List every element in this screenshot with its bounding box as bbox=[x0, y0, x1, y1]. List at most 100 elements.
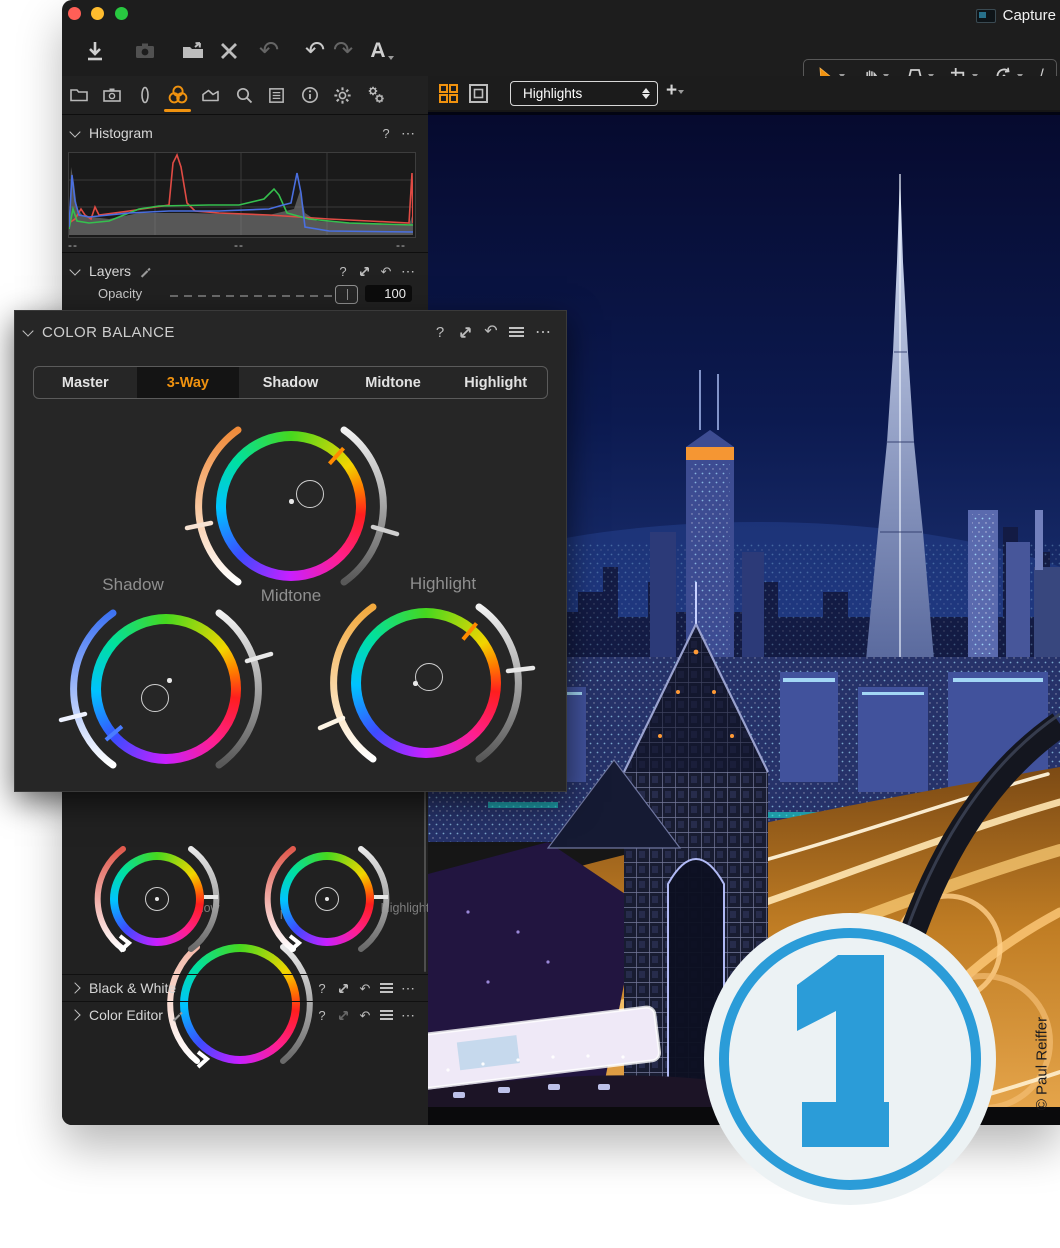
color-balance-floating-panel[interactable]: COLOR BALANCE ? ↶ ⋯ Master 3-Way Shadow … bbox=[14, 310, 567, 792]
tab-highlight[interactable]: Highlight bbox=[444, 367, 547, 398]
tab-lens[interactable] bbox=[128, 80, 161, 110]
tab-3way[interactable]: 3-Way bbox=[137, 367, 240, 398]
chevron-down-icon bbox=[388, 56, 394, 60]
lens-icon bbox=[135, 85, 155, 105]
revert-button[interactable]: ↶ bbox=[254, 36, 284, 66]
help-icon[interactable]: ? bbox=[433, 325, 447, 340]
recipe-select[interactable]: Highlights bbox=[510, 81, 658, 106]
wheel-handle[interactable] bbox=[141, 684, 169, 712]
tab-color[interactable] bbox=[161, 80, 194, 110]
redo-button[interactable]: ↷ bbox=[328, 36, 358, 66]
reset-icon[interactable]: ↶ bbox=[484, 324, 498, 340]
brush-icon[interactable] bbox=[139, 265, 152, 278]
docked-shadow-wheel[interactable] bbox=[110, 852, 204, 946]
select-stepper-icon bbox=[642, 88, 650, 99]
help-icon[interactable]: ? bbox=[336, 265, 350, 278]
zoom-window-button[interactable] bbox=[115, 7, 128, 20]
recipe-value: Highlights bbox=[511, 86, 582, 101]
close-window-button[interactable] bbox=[68, 7, 81, 20]
title-bar[interactable]: Capture bbox=[62, 0, 1060, 30]
help-icon[interactable]: ? bbox=[379, 127, 393, 140]
magnifier-icon bbox=[234, 85, 254, 105]
histogram-plot bbox=[68, 152, 416, 238]
app-menu[interactable]: Capture bbox=[976, 7, 1056, 24]
chevron-right-icon[interactable] bbox=[69, 982, 80, 993]
chevron-down-icon[interactable] bbox=[22, 325, 33, 336]
more-icon[interactable]: ⋯ bbox=[401, 1007, 416, 1024]
tab-settings[interactable] bbox=[326, 80, 359, 110]
reset-icon[interactable]: ↶ bbox=[358, 982, 372, 995]
tab-shadow[interactable]: Shadow bbox=[239, 367, 342, 398]
wheel-hole bbox=[226, 441, 356, 571]
color-balance-header[interactable]: COLOR BALANCE ? ↶ ⋯ bbox=[15, 319, 566, 345]
import-button[interactable] bbox=[80, 36, 110, 66]
tab-details[interactable] bbox=[227, 80, 260, 110]
more-icon[interactable]: ⋯ bbox=[535, 322, 552, 342]
black-white-panel[interactable]: Black & White ? ↶ ⋯ bbox=[62, 974, 428, 1002]
tab-library[interactable] bbox=[62, 80, 95, 110]
opacity-slider[interactable] bbox=[170, 295, 336, 297]
wheel-handle[interactable] bbox=[415, 663, 443, 691]
preset-menu-icon[interactable] bbox=[380, 1010, 393, 1020]
tab-adjustments[interactable] bbox=[194, 80, 227, 110]
undo-button[interactable]: ↶ bbox=[300, 36, 330, 66]
tab-midtone[interactable]: Midtone bbox=[342, 367, 445, 398]
annotations-button[interactable]: A bbox=[367, 36, 397, 66]
histogram-header[interactable]: Histogram ? ⋯ bbox=[62, 120, 428, 146]
color-editor-panel[interactable]: Color Editor ? ↶ ⋯ bbox=[62, 1001, 428, 1028]
tab-capture[interactable] bbox=[95, 80, 128, 110]
help-icon[interactable]: ? bbox=[315, 982, 329, 995]
help-icon[interactable]: ? bbox=[315, 1009, 329, 1022]
preset-menu-icon[interactable] bbox=[509, 327, 524, 337]
docked-highlight-wheel[interactable] bbox=[280, 852, 374, 946]
panel-title: Histogram bbox=[89, 125, 153, 141]
import-icon bbox=[83, 39, 107, 63]
opacity-slider-handle[interactable] bbox=[335, 285, 358, 304]
capture-one-logo bbox=[702, 911, 998, 1207]
highlight-wheel[interactable] bbox=[351, 608, 501, 758]
add-recipe-button[interactable]: + bbox=[666, 80, 684, 102]
tick-mid: -- bbox=[234, 238, 244, 252]
wheel-handle[interactable] bbox=[296, 480, 324, 508]
proof-view-button[interactable] bbox=[468, 83, 489, 109]
color-balance-tabs: Master 3-Way Shadow Midtone Highlight bbox=[33, 366, 548, 399]
tab-master[interactable]: Master bbox=[34, 367, 137, 398]
opacity-value[interactable]: 100 bbox=[365, 285, 412, 302]
layers-header[interactable]: Layers ? ↶ ⋯ bbox=[62, 258, 428, 284]
tick-highlight: -- bbox=[396, 238, 406, 252]
tab-metadata[interactable] bbox=[260, 80, 293, 110]
reset-icon[interactable]: ↶ bbox=[358, 1009, 372, 1022]
preset-menu-icon[interactable] bbox=[380, 983, 393, 993]
app-menu-label[interactable]: Capture bbox=[1003, 7, 1056, 24]
midtone-wheel[interactable] bbox=[216, 431, 366, 581]
reset-icon[interactable]: ↶ bbox=[379, 265, 393, 278]
capture-button[interactable] bbox=[130, 36, 160, 66]
expand-icon[interactable] bbox=[337, 982, 350, 995]
layers-panel: Layers ? ↶ ⋯ Opacity 100 bbox=[62, 254, 428, 314]
opacity-label: Opacity bbox=[98, 286, 142, 301]
panel-title: COLOR BALANCE bbox=[42, 324, 175, 341]
shadow-wheel[interactable] bbox=[91, 614, 241, 764]
wheel-handle-dot bbox=[413, 681, 418, 686]
opacity-row: Opacity 100 bbox=[62, 282, 428, 306]
wheel-handle-dot bbox=[167, 678, 172, 683]
tab-plugins[interactable] bbox=[359, 80, 392, 110]
sidebar-scrollbar[interactable] bbox=[424, 790, 426, 972]
chevron-right-icon[interactable] bbox=[69, 1009, 80, 1020]
delete-button[interactable] bbox=[214, 36, 244, 66]
chevron-down-icon[interactable] bbox=[69, 126, 80, 137]
tab-info[interactable] bbox=[293, 80, 326, 110]
export-button[interactable] bbox=[179, 36, 209, 66]
plus-icon: + bbox=[666, 80, 677, 101]
expand-icon[interactable] bbox=[458, 325, 473, 340]
expand-icon[interactable] bbox=[358, 265, 371, 278]
more-icon[interactable]: ⋯ bbox=[401, 263, 416, 280]
chevron-down-icon[interactable] bbox=[69, 264, 80, 275]
more-icon[interactable]: ⋯ bbox=[401, 980, 416, 997]
minimize-window-button[interactable] bbox=[91, 7, 104, 20]
more-icon[interactable]: ⋯ bbox=[401, 125, 416, 142]
grid-view-button[interactable] bbox=[438, 83, 459, 109]
panel-title: Layers bbox=[89, 263, 131, 279]
expand-icon[interactable] bbox=[337, 1009, 350, 1022]
brush-icon[interactable] bbox=[171, 1009, 184, 1022]
